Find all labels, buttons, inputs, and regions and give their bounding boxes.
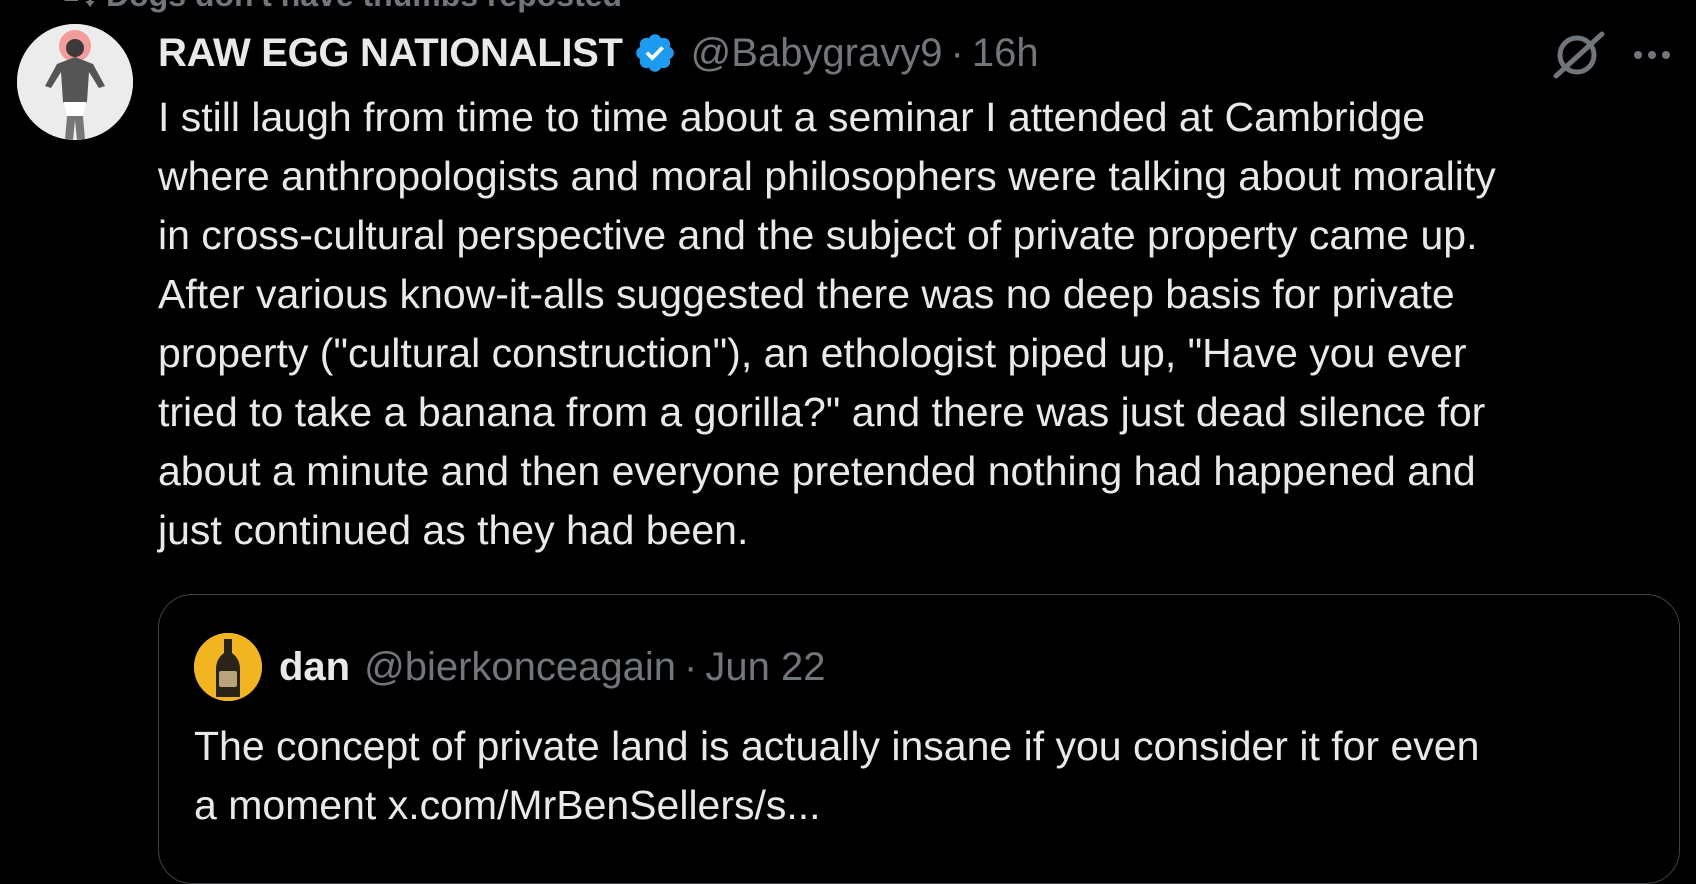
tweet-text-line: After various know-it-alls suggested the…	[158, 271, 1455, 317]
quoted-tweet-text: The concept of private land is actually …	[194, 717, 1654, 835]
quoted-author-avatar[interactable]	[194, 633, 262, 701]
social-context[interactable]: Dogs don't have thumbs reposted	[60, 0, 622, 14]
quoted-tweet-card[interactable]: dan @bierkonceagain · Jun 22 The concept…	[158, 594, 1680, 884]
quoted-text-line: The concept of private land is actually …	[194, 723, 1480, 769]
separator-dot: ·	[950, 30, 964, 75]
quoted-author-name[interactable]: dan	[279, 645, 350, 690]
tweet-header: RAW EGG NATIONALIST @Babygravy9 · 16h	[158, 28, 1039, 78]
verified-badge-icon[interactable]	[633, 31, 677, 75]
tweet-text-line: property ("cultural construction"), an e…	[158, 330, 1467, 376]
tweet-text-line: tried to take a banana from a gorilla?" …	[158, 389, 1486, 435]
quoted-tweet-header: dan @bierkonceagain · Jun 22	[279, 641, 825, 693]
tweet-timestamp[interactable]: 16h	[972, 31, 1039, 76]
tweet-text-line: just continued as they had been.	[158, 507, 749, 553]
separator-dot: ·	[684, 644, 698, 689]
author-name[interactable]: RAW EGG NATIONALIST	[158, 31, 623, 76]
quoted-text-line: a moment x.com/MrBenSellers/s...	[194, 782, 821, 828]
quoted-tweet-date[interactable]: Jun 22	[705, 645, 825, 690]
tweet-text-line: I still laugh from time to time about a …	[158, 94, 1426, 140]
tweet-text-line: about a minute and then everyone pretend…	[158, 448, 1476, 494]
tweet-text: I still laugh from time to time about a …	[158, 88, 1678, 560]
author-avatar[interactable]	[17, 24, 133, 140]
author-handle[interactable]: @Babygravy9	[691, 31, 943, 76]
repost-icon	[64, 0, 95, 7]
tweet-text-line: where anthropologists and moral philosop…	[158, 153, 1496, 199]
grok-icon[interactable]	[1548, 30, 1606, 80]
social-context-text: Dogs don't have thumbs reposted	[106, 0, 622, 14]
quoted-author-handle[interactable]: @bierkonceagain	[364, 645, 676, 690]
more-options-icon[interactable]	[1628, 38, 1676, 72]
tweet-text-line: in cross-cultural perspective and the su…	[158, 212, 1478, 258]
